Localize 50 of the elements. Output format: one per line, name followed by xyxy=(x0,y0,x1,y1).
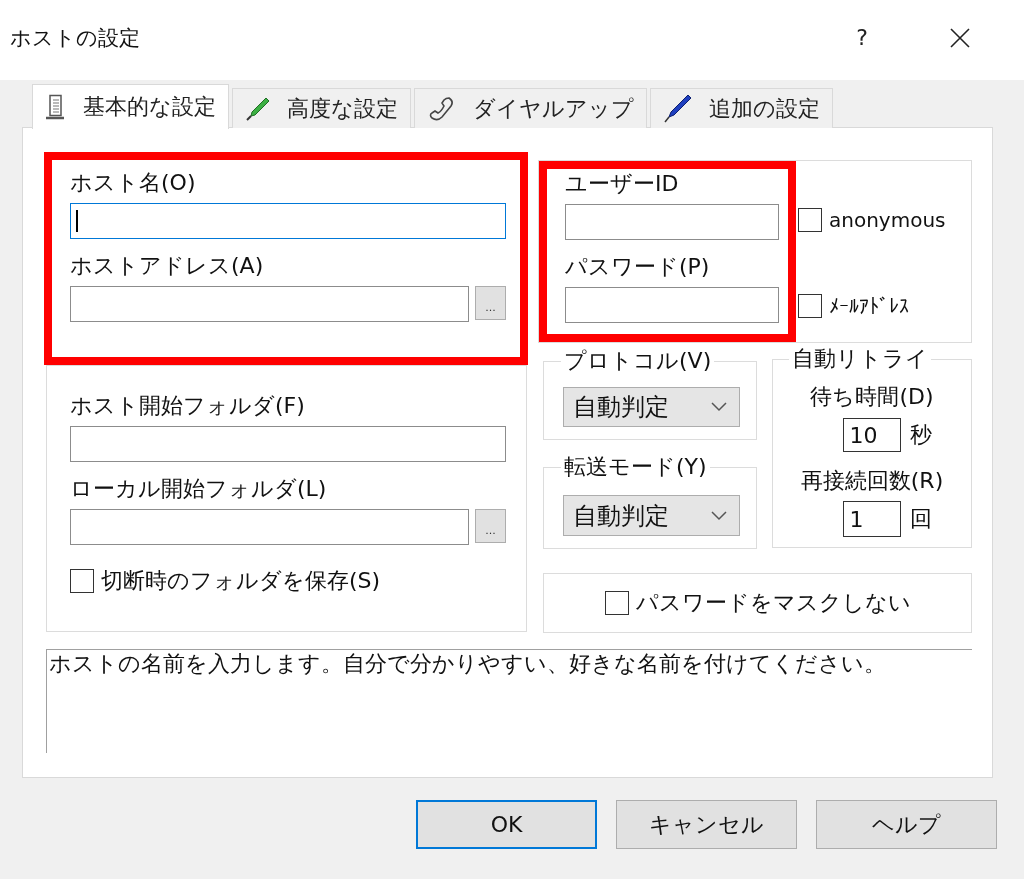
field-label: パスワード(P) xyxy=(565,253,711,281)
checkbox[interactable] xyxy=(70,569,94,593)
field-label: ホスト名(O) xyxy=(70,169,197,197)
text-cursor-icon xyxy=(76,210,78,232)
dropdown[interactable]: 自動判定 xyxy=(563,495,740,536)
group-label: 自動リトライ xyxy=(791,345,929,373)
dialog-button[interactable]: ヘルプ xyxy=(816,800,997,849)
dropdown[interactable]: 自動判定 xyxy=(563,387,740,427)
number-field[interactable]: 1 xyxy=(842,501,901,537)
dialog-button[interactable]: OK xyxy=(416,800,597,849)
window-title: ホストの設定 xyxy=(10,25,140,52)
tab[interactable]: ダイヤルアップ xyxy=(414,88,647,128)
input-field[interactable] xyxy=(565,287,779,323)
unit-label: 回 xyxy=(909,505,932,533)
field-label: ユーザーID xyxy=(565,170,680,198)
field-label: ホスト開始フォルダ(F) xyxy=(70,392,306,420)
group-label: 転送モード(Y) xyxy=(563,453,708,481)
checkbox[interactable] xyxy=(604,591,629,615)
checkbox-label: anonymous xyxy=(829,207,946,234)
field-label: 再接続回数(R) xyxy=(799,467,945,495)
number-field[interactable]: 10 xyxy=(842,418,901,452)
field-label: 待ち時間(D) xyxy=(809,383,935,411)
tab[interactable]: 基本的な設定 xyxy=(32,84,229,129)
field-label: ローカル開始フォルダ(L) xyxy=(70,475,328,503)
input-field[interactable] xyxy=(565,204,779,240)
close-icon xyxy=(950,28,970,48)
description-text: ホストの名前を入力します。自分で分かりやすい、好きな名前を付けてください。 xyxy=(46,649,972,753)
tab[interactable]: 追加の設定 xyxy=(650,88,833,128)
input-field[interactable] xyxy=(70,286,469,322)
help-button[interactable]: ? xyxy=(839,15,885,61)
checkbox-label: ﾒｰﾙｱﾄﾞﾚｽ xyxy=(829,293,909,320)
checkbox[interactable] xyxy=(798,294,822,318)
checkbox[interactable] xyxy=(798,208,822,232)
pen-icon xyxy=(663,93,693,124)
document-icon xyxy=(45,94,67,120)
field-label: ホストアドレス(A) xyxy=(70,252,265,280)
input-field[interactable] xyxy=(70,426,506,462)
input-field[interactable] xyxy=(70,203,506,239)
chevron-down-icon xyxy=(711,402,727,412)
checkbox-label: 切断時のフォルダを保存(S) xyxy=(101,567,381,595)
marker-icon xyxy=(245,95,271,122)
browse-button[interactable]: ... xyxy=(475,286,506,320)
tab[interactable]: 高度な設定 xyxy=(232,88,411,128)
unit-label: 秒 xyxy=(909,421,932,449)
browse-button[interactable]: ... xyxy=(475,509,506,543)
input-field[interactable] xyxy=(70,509,469,545)
group-label: プロトコル(V) xyxy=(563,347,713,375)
checkbox-label: パスワードをマスクしない xyxy=(635,589,911,617)
chevron-down-icon xyxy=(711,510,727,521)
dialog-button[interactable]: キャンセル xyxy=(616,800,797,849)
